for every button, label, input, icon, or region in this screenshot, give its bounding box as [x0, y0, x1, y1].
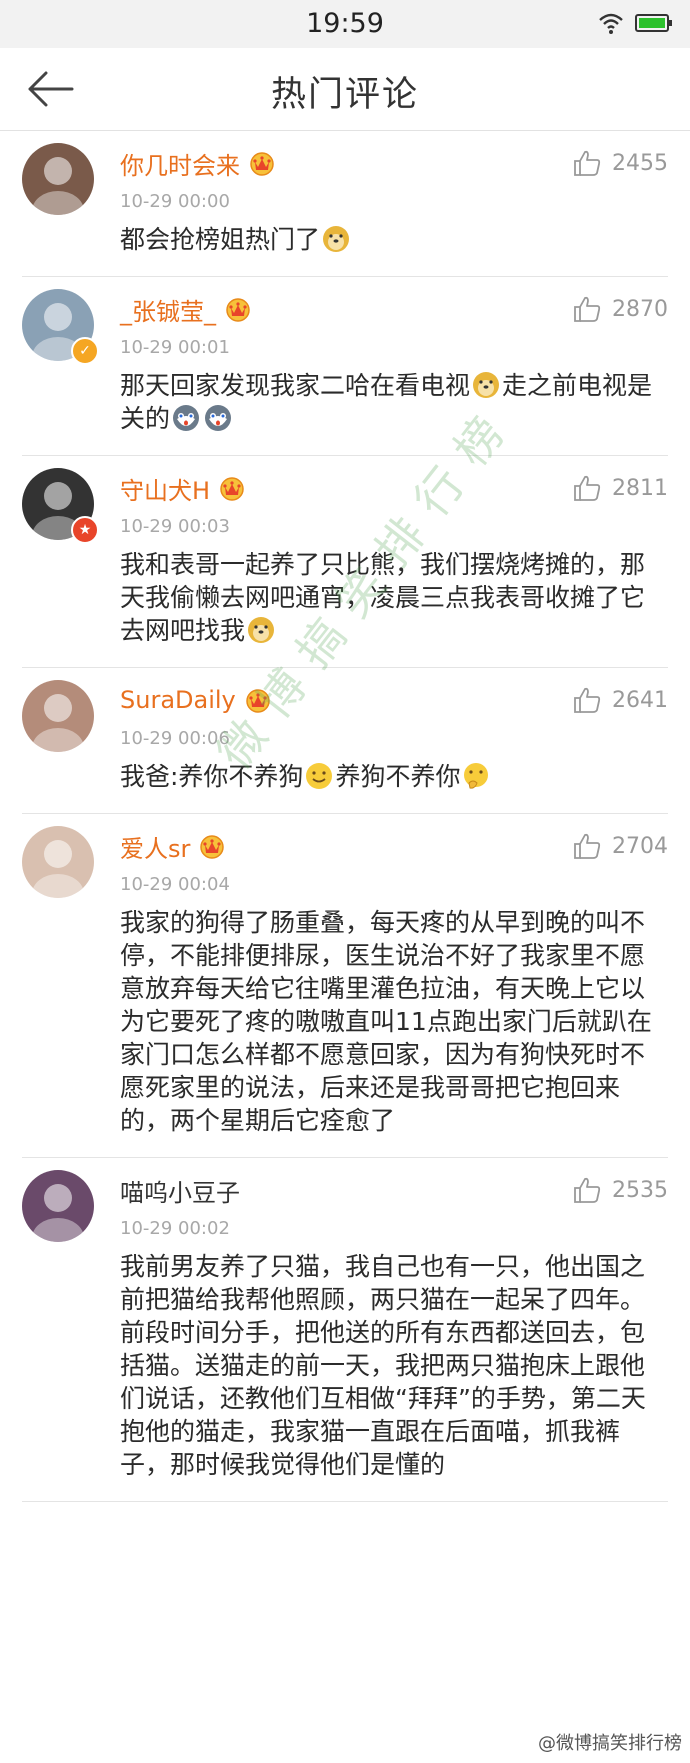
comment-text: 我前男友养了只猫，我自己也有一只，他出国之前把猫给我帮他照顾，两只猫在一起呆了四…: [120, 1252, 646, 1479]
like-count: 2535: [612, 1177, 668, 1203]
username[interactable]: 你几时会来: [120, 146, 240, 181]
comment-text: 都会抢榜姐热门了: [120, 223, 668, 256]
wifi-icon: [599, 13, 623, 34]
crown-icon: [200, 835, 225, 859]
thumb-up-icon: [574, 833, 601, 859]
avatar[interactable]: [22, 826, 94, 898]
comment-item: 你几时会来 2455 10-29 00:00 都会抢榜姐热门了: [22, 131, 668, 277]
like-button[interactable]: 2535: [572, 1176, 668, 1204]
doge-emoji: [473, 372, 500, 398]
username[interactable]: 守山犬H: [120, 471, 210, 506]
like-count: 2641: [612, 687, 668, 713]
username[interactable]: _张铖莹_: [120, 292, 216, 327]
crown-icon: [250, 152, 274, 176]
like-count: 2455: [612, 150, 668, 176]
comment-time: 10-29 00:00: [120, 191, 230, 212]
comment-item: ✓ _张铖莹_ 2870 10-29 00:01 那天回家发现我家二哈在看电视 走之前电视…: [22, 277, 668, 456]
comment-text: 我家的狗得了肠重叠，每天疼的从早到晚的叫不停，不能排便排尿，医生说治不好了我家里…: [120, 908, 652, 1135]
status-bar: 19:59: [0, 0, 690, 48]
like-button[interactable]: 2811: [572, 474, 668, 502]
thumb-up-icon: [574, 150, 601, 176]
thumb-up-icon: [574, 296, 601, 322]
verified-badge-icon: ★: [71, 516, 99, 544]
like-button[interactable]: 2704: [572, 832, 668, 860]
avatar[interactable]: [22, 680, 94, 752]
comment-text: 我和表哥一起养了只比熊，我们摆烧烤摊的，那天我偷懒去网吧通宵，凌晨三点我表哥收摊…: [120, 550, 646, 645]
avatar-image: [22, 1170, 94, 1242]
username[interactable]: 喵呜小豆子: [120, 1173, 240, 1208]
avatar-image: [22, 680, 94, 752]
like-button[interactable]: 2641: [572, 686, 668, 714]
comment-time: 10-29 00:04: [120, 874, 230, 895]
comment-item: SuraDaily 2641 10-29 00:06 我爸:养你不养狗 养狗不养你: [22, 668, 668, 814]
crown-icon: [220, 477, 244, 501]
like-count: 2811: [612, 475, 668, 501]
thumb-up-icon: [574, 687, 601, 713]
husky-emoji: [205, 405, 232, 431]
status-icons: [598, 12, 674, 34]
smile-emoji: [306, 763, 333, 789]
battery-icon: [635, 14, 672, 32]
like-count: 2870: [612, 296, 668, 322]
doge-emoji: [248, 617, 275, 643]
thumb-up-icon: [574, 475, 601, 501]
comment-list: 你几时会来 2455 10-29 00:00 都会抢榜姐热门了 ✓ _张铖莹_ 2870 10…: [0, 131, 690, 1502]
comment-time: 10-29 00:02: [120, 1218, 230, 1239]
page-title: 热门评论: [270, 75, 419, 115]
avatar-image: [22, 826, 94, 898]
avatar[interactable]: [22, 143, 94, 215]
verified-badge-icon: ✓: [71, 337, 99, 365]
username[interactable]: 爱人sr: [120, 829, 190, 864]
husky-emoji: [173, 405, 200, 431]
comment-text: 我爸:养你不养狗 养狗不养你: [120, 760, 668, 793]
avatar[interactable]: [22, 1170, 94, 1242]
doge-emoji: [323, 226, 350, 252]
comment-item: 爱人sr 2704 10-29 00:04 我家的狗得了肠重叠，每天疼的从早到晚的叫不…: [22, 814, 668, 1158]
thinking-emoji: [464, 763, 489, 789]
like-button[interactable]: 2870: [572, 295, 668, 323]
watermark-corner: @微博搞笑排行榜: [538, 1733, 682, 1754]
comment-time: 10-29 00:06: [120, 728, 230, 749]
username[interactable]: SuraDaily: [120, 686, 236, 714]
thumb-up-icon: [574, 1177, 601, 1203]
like-count: 2704: [612, 833, 668, 859]
comment-item: ★ 守山犬H 2811 10-29 00:03 我和表哥一起养了只比熊，我们摆烧烤摊的，…: [22, 456, 668, 668]
comment-item: 喵呜小豆子 2535 10-29 00:02 我前男友养了只猫，我自己也有一只，他出国…: [22, 1158, 668, 1502]
crown-icon: [246, 689, 270, 713]
crown-icon: [226, 298, 250, 322]
comment-time: 10-29 00:03: [120, 516, 230, 537]
status-time: 19:59: [306, 8, 384, 39]
nav-bar: 热门评论: [0, 48, 690, 131]
comment-text: 那天回家发现我家二哈在看电视 走之前电视是关的: [120, 371, 653, 433]
comment-time: 10-29 00:01: [120, 337, 230, 358]
like-button[interactable]: 2455: [572, 149, 668, 177]
avatar-image: [22, 143, 94, 215]
